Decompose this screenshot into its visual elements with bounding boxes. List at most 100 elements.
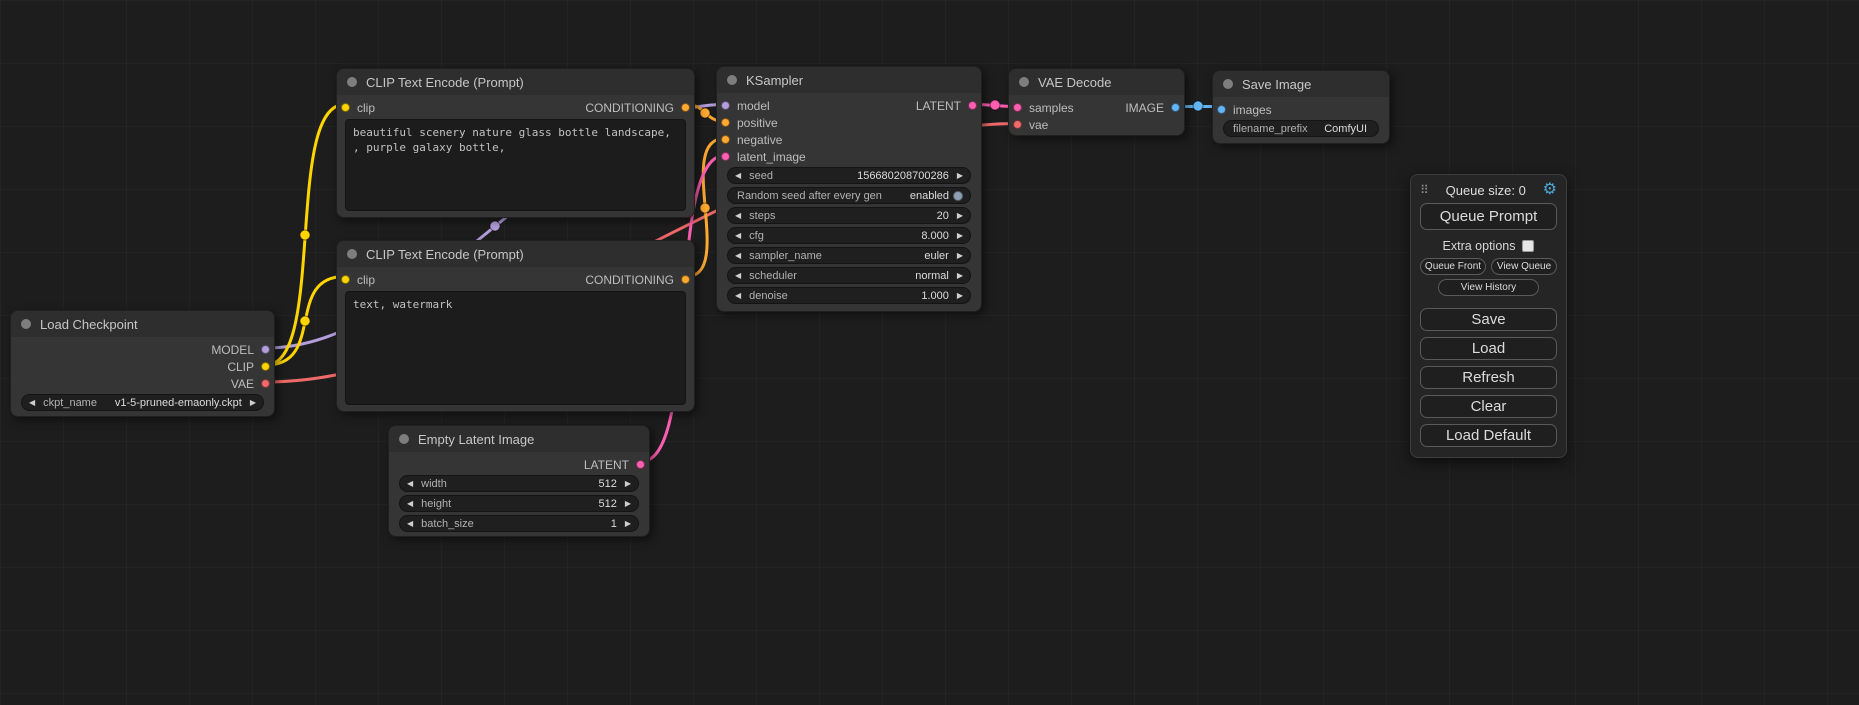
widget-value: ComfyUI	[1324, 123, 1367, 135]
extra-options-checkbox[interactable]	[1522, 240, 1534, 252]
arrow-right-icon[interactable]: ▶	[250, 399, 256, 407]
node-save-image-title-bar[interactable]: Save Image	[1213, 71, 1389, 97]
arrow-left-icon[interactable]: ◀	[407, 500, 413, 508]
link-midpoint-cond-negative[interactable]	[700, 203, 710, 213]
arrow-right-icon[interactable]: ▶	[957, 252, 963, 260]
node-load-checkpoint-title-bar[interactable]: Load Checkpoint	[11, 311, 274, 337]
refresh-button[interactable]: Refresh	[1420, 366, 1557, 389]
collapse-dot-icon[interactable]	[1019, 77, 1029, 87]
view-history-button[interactable]: View History	[1438, 279, 1539, 296]
node-save-image[interactable]: Save Image images filename_prefix ComfyU…	[1212, 70, 1390, 144]
filename-prefix-widget[interactable]: filename_prefix ComfyUI	[1223, 120, 1379, 137]
drag-handle-icon[interactable]: ⠿	[1420, 183, 1429, 197]
load-default-button[interactable]: Load Default	[1420, 424, 1557, 447]
node-ksampler-title-bar[interactable]: KSampler	[717, 67, 981, 93]
arrow-right-icon[interactable]: ▶	[957, 232, 963, 240]
batch-size-widget[interactable]: ◀ batch_size 1 ▶	[399, 515, 639, 532]
arrow-left-icon[interactable]: ◀	[735, 272, 741, 280]
clip-input-slot[interactable]	[341, 275, 350, 284]
link-midpoint-latent-samples[interactable]	[990, 100, 1000, 110]
arrow-left-icon[interactable]: ◀	[735, 252, 741, 260]
cfg-widget[interactable]: ◀ cfg 8.000 ▶	[727, 227, 971, 244]
model-input-slot[interactable]	[721, 101, 730, 110]
latent-output-slot[interactable]	[636, 460, 645, 469]
random-seed-toggle-widget[interactable]: Random seed after every gen enabled	[727, 187, 971, 204]
arrow-left-icon[interactable]: ◀	[29, 399, 35, 407]
arrow-right-icon[interactable]: ▶	[625, 500, 631, 508]
arrow-right-icon[interactable]: ▶	[625, 520, 631, 528]
link-midpoint-clip-negative[interactable]	[300, 316, 310, 326]
node-load-checkpoint[interactable]: Load Checkpoint MODEL CLIP VAE ◀ ckpt_na…	[10, 310, 275, 417]
load-button[interactable]: Load	[1420, 337, 1557, 360]
positive-prompt-textarea[interactable]: beautiful scenery nature glass bottle la…	[345, 119, 686, 211]
collapse-dot-icon[interactable]	[21, 319, 31, 329]
input-label-positive: positive	[737, 116, 778, 130]
arrow-right-icon[interactable]: ▶	[957, 172, 963, 180]
node-title: KSampler	[746, 73, 803, 88]
vae-output-slot[interactable]	[261, 379, 270, 388]
arrow-right-icon[interactable]: ▶	[625, 480, 631, 488]
queue-prompt-button[interactable]: Queue Prompt	[1420, 203, 1557, 230]
clip-input-slot[interactable]	[341, 103, 350, 112]
negative-input-slot[interactable]	[721, 135, 730, 144]
clip-output-slot[interactable]	[261, 362, 270, 371]
negative-prompt-textarea[interactable]: text, watermark	[345, 291, 686, 405]
arrow-right-icon[interactable]: ▶	[957, 272, 963, 280]
output-label-latent: LATENT	[584, 458, 629, 472]
steps-widget[interactable]: ◀ steps 20 ▶	[727, 207, 971, 224]
model-output-slot[interactable]	[261, 345, 270, 354]
arrow-left-icon[interactable]: ◀	[735, 172, 741, 180]
arrow-left-icon[interactable]: ◀	[407, 520, 413, 528]
ckpt-name-widget[interactable]: ◀ ckpt_name v1-5-pruned-emaonly.ckpt ▶	[21, 394, 264, 411]
seed-widget[interactable]: ◀ seed 156680208700286 ▶	[727, 167, 971, 184]
positive-input-slot[interactable]	[721, 118, 730, 127]
latent-output-slot[interactable]	[968, 101, 977, 110]
widget-value: 512	[598, 498, 616, 510]
link-midpoint-clip-positive[interactable]	[300, 230, 310, 240]
link-midpoint-model[interactable]	[490, 221, 500, 231]
arrow-left-icon[interactable]: ◀	[407, 480, 413, 488]
queue-front-button[interactable]: Queue Front	[1420, 258, 1486, 275]
conditioning-output-slot[interactable]	[681, 275, 690, 284]
arrow-left-icon[interactable]: ◀	[735, 232, 741, 240]
node-vae-decode[interactable]: VAE Decode samples IMAGE vae	[1008, 68, 1185, 136]
conditioning-output-slot[interactable]	[681, 103, 690, 112]
node-empty-latent-title-bar[interactable]: Empty Latent Image	[389, 426, 649, 452]
samples-input-slot[interactable]	[1013, 103, 1022, 112]
collapse-dot-icon[interactable]	[727, 75, 737, 85]
node-ksampler[interactable]: KSampler model LATENT positive negative	[716, 66, 982, 312]
node-vae-decode-title-bar[interactable]: VAE Decode	[1009, 69, 1184, 95]
node-clip-text-encode-positive[interactable]: CLIP Text Encode (Prompt) clip CONDITION…	[336, 68, 695, 218]
link-midpoint-cond-positive[interactable]	[700, 108, 710, 118]
latent-image-input-slot[interactable]	[721, 152, 730, 161]
save-button[interactable]: Save	[1420, 308, 1557, 331]
collapse-dot-icon[interactable]	[399, 434, 409, 444]
sampler-name-widget[interactable]: ◀ sampler_name euler ▶	[727, 247, 971, 264]
arrow-left-icon[interactable]: ◀	[735, 292, 741, 300]
link-midpoint-image[interactable]	[1193, 101, 1203, 111]
gear-icon[interactable]: ⚙	[1543, 182, 1557, 198]
image-output-slot[interactable]	[1171, 103, 1180, 112]
arrow-right-icon[interactable]: ▶	[957, 292, 963, 300]
view-queue-button[interactable]: View Queue	[1491, 258, 1557, 275]
clear-button[interactable]: Clear	[1420, 395, 1557, 418]
collapse-dot-icon[interactable]	[1223, 79, 1233, 89]
arrow-left-icon[interactable]: ◀	[735, 212, 741, 220]
denoise-widget[interactable]: ◀ denoise 1.000 ▶	[727, 287, 971, 304]
collapse-dot-icon[interactable]	[347, 249, 357, 259]
node-title: CLIP Text Encode (Prompt)	[366, 247, 524, 262]
node-empty-latent-image[interactable]: Empty Latent Image LATENT ◀ width 512 ▶ …	[388, 425, 650, 537]
width-widget[interactable]: ◀ width 512 ▶	[399, 475, 639, 492]
height-widget[interactable]: ◀ height 512 ▶	[399, 495, 639, 512]
input-label-vae: vae	[1029, 118, 1048, 132]
widget-value: normal	[915, 270, 949, 282]
node-clip-positive-title-bar[interactable]: CLIP Text Encode (Prompt)	[337, 69, 694, 95]
collapse-dot-icon[interactable]	[347, 77, 357, 87]
node-clip-text-encode-negative[interactable]: CLIP Text Encode (Prompt) clip CONDITION…	[336, 240, 695, 412]
scheduler-widget[interactable]: ◀ scheduler normal ▶	[727, 267, 971, 284]
node-clip-negative-title-bar[interactable]: CLIP Text Encode (Prompt)	[337, 241, 694, 267]
vae-input-slot[interactable]	[1013, 120, 1022, 129]
arrow-right-icon[interactable]: ▶	[957, 212, 963, 220]
images-input-slot[interactable]	[1217, 105, 1226, 114]
toggle-dot-icon[interactable]	[953, 191, 963, 201]
